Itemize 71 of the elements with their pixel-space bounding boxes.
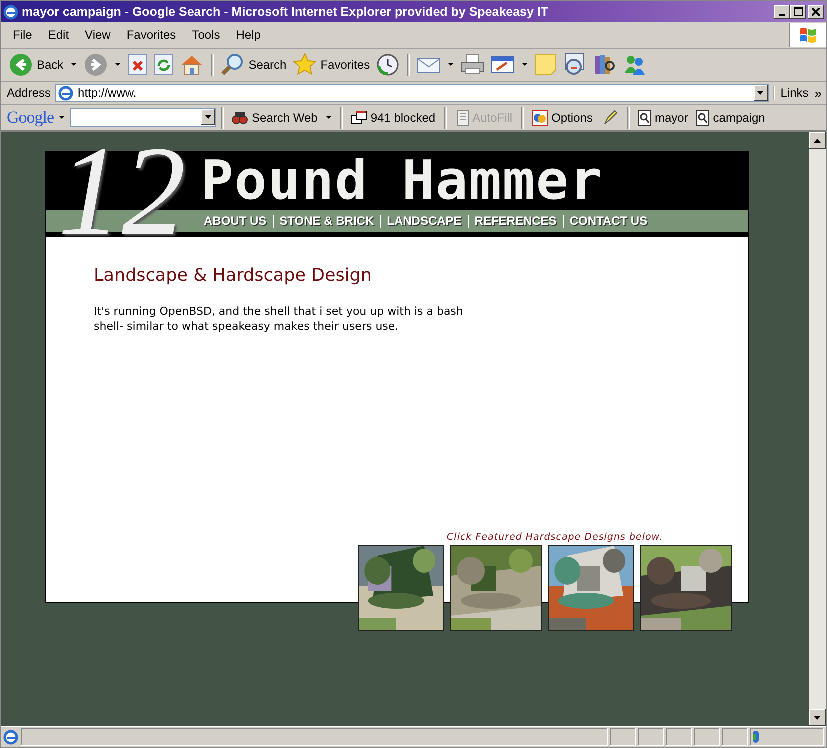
dropdown-arrow-icon[interactable] xyxy=(522,63,528,67)
binoculars-icon xyxy=(232,110,248,126)
search-icon xyxy=(220,53,245,77)
books-icon xyxy=(593,53,618,77)
printer-icon xyxy=(461,54,486,76)
maximize-icon xyxy=(794,7,802,16)
dropdown-arrow-icon[interactable] xyxy=(59,116,66,120)
scroll-up-button[interactable] xyxy=(809,132,826,149)
dropdown-arrow-icon[interactable] xyxy=(114,63,121,67)
site-logo-text[interactable]: Pound Hammer xyxy=(201,154,604,208)
maximize-button[interactable] xyxy=(790,4,806,18)
body-text: It's running OpenBSD, and the shell that i set you up with is a bash shell- similar to what speakeasy makes their users use. xyxy=(94,304,464,334)
history-icon xyxy=(376,53,400,77)
down-arrow-icon xyxy=(814,716,821,720)
search-dropdown-button[interactable] xyxy=(201,109,216,125)
page-heading: Landscape & Hardscape Design xyxy=(94,266,373,286)
minimize-button[interactable] xyxy=(774,4,790,18)
search-web-button[interactable]: Search Web xyxy=(229,110,321,126)
toolbar-icon-button[interactable] xyxy=(126,52,150,78)
window-title: mayor campaign - Google Search - Microsoft Internet Explorer provided by Speakeasy IT xyxy=(22,4,550,18)
people-icon xyxy=(623,53,648,77)
edit-icon xyxy=(491,55,516,75)
options-icon xyxy=(532,110,548,126)
page-icon xyxy=(58,85,74,101)
dropdown-arrow-icon xyxy=(757,91,764,95)
highlighter-icon[interactable] xyxy=(602,110,618,126)
search-field[interactable] xyxy=(70,108,216,127)
chevron-icon[interactable]: » xyxy=(814,86,826,100)
dropdown-arrow-icon[interactable] xyxy=(448,63,454,67)
address-label: Address xyxy=(7,86,52,100)
scroll-down-button[interactable] xyxy=(809,709,826,726)
options-button[interactable]: Options xyxy=(528,110,596,126)
menu-item[interactable]: Edit xyxy=(40,28,78,42)
popup-blocker-button[interactable]: 941 blocked xyxy=(348,110,439,124)
dropdown-arrow-icon xyxy=(204,115,212,119)
address-field[interactable]: http://www. xyxy=(55,84,769,102)
menu-item[interactable]: Tools xyxy=(184,28,228,42)
find-icon xyxy=(696,110,710,126)
close-icon xyxy=(812,8,820,16)
zone-icon xyxy=(753,731,759,743)
links-button[interactable]: Links xyxy=(772,86,811,100)
search-term-button[interactable]: campaign xyxy=(693,110,768,126)
page-icon xyxy=(3,729,19,745)
menu-item[interactable]: Help xyxy=(228,28,269,42)
windows-icon xyxy=(350,110,367,124)
refresh-icon xyxy=(154,54,174,76)
toolbar-button[interactable]: Favorites xyxy=(290,51,372,79)
address-dropdown-button[interactable] xyxy=(754,85,768,101)
note-icon xyxy=(535,54,558,76)
stop-icon xyxy=(128,54,148,76)
menu-item[interactable]: File xyxy=(5,28,40,42)
star-icon xyxy=(292,53,317,77)
windows-flag-icon xyxy=(798,26,818,44)
vertical-scrollbar[interactable] xyxy=(809,132,826,726)
dropdown-arrow-icon[interactable] xyxy=(326,116,332,120)
minimize-icon xyxy=(779,14,785,16)
google-logo[interactable]: Google xyxy=(7,108,54,128)
menu-item[interactable]: View xyxy=(77,28,119,42)
toolbar-button[interactable]: Back xyxy=(7,51,66,79)
browser-logo-icon xyxy=(3,4,19,20)
find-icon xyxy=(638,110,651,126)
dropdown-arrow-icon[interactable] xyxy=(70,63,77,67)
up-arrow-icon xyxy=(814,138,821,142)
search-term-button[interactable]: mayor xyxy=(634,110,692,126)
home-icon xyxy=(180,53,204,77)
featured-caption: Click Featured Hardscape Designs below. xyxy=(446,532,663,543)
menu-item[interactable]: Favorites xyxy=(118,28,184,42)
magnifier-window-icon xyxy=(563,53,588,77)
close-button[interactable] xyxy=(808,4,824,18)
toolbar-button[interactable]: Search xyxy=(218,51,289,79)
form-icon xyxy=(454,110,469,126)
